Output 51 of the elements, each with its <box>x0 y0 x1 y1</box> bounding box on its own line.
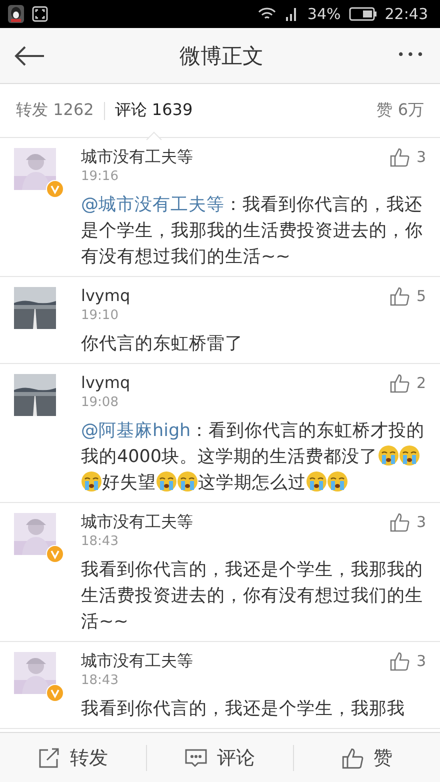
battery-percent: 34% <box>307 5 341 23</box>
comment-time: 18:43 <box>81 672 120 690</box>
tab[interactable]: 转发 1262 <box>16 96 94 125</box>
crying-face-icon <box>177 471 198 492</box>
likes-tab[interactable]: 赞 6万 <box>376 100 424 121</box>
app-notification-icon <box>8 5 24 23</box>
crying-face-icon <box>81 471 102 492</box>
screenshot-icon <box>32 6 48 22</box>
user-name[interactable]: 城市没有工夫等 <box>81 146 390 168</box>
thumbs-up-icon <box>390 373 410 393</box>
mention-link[interactable]: @城市没有工夫等 <box>81 195 224 215</box>
tab[interactable]: 评论 1639 <box>114 96 193 125</box>
user-name[interactable]: lvymq <box>81 372 390 394</box>
user-name[interactable]: lvymq <box>81 285 390 307</box>
comment-time: 19:08 <box>81 394 120 412</box>
mention-link[interactable]: @阿基麻high <box>81 421 191 441</box>
like-button[interactable]: 3 <box>390 651 426 671</box>
page-title: 微博正文 <box>178 42 264 70</box>
comment-icon <box>185 746 207 768</box>
thumbs-up-icon <box>390 147 410 167</box>
comment-text: 我看到你代言的，我还是个学生，我那我 <box>81 698 406 721</box>
crying-face-icon <box>327 471 348 492</box>
comment-text: @城市没有工夫等：我看到你代言的，我还是个学生，我那我的生活费投资进去的，你有没有想过我们的生活~~ <box>81 194 424 269</box>
comment-text: 我看到你代言的，我还是个学生，我那我的生活费投资进去的，你有没有想过我们的生活~~ <box>81 559 424 634</box>
repost-button[interactable]: 转发 <box>0 733 146 782</box>
crying-face-icon <box>378 445 399 466</box>
comment-text: 你代言的东虹桥雷了 <box>81 333 244 356</box>
crying-face-icon <box>306 471 327 492</box>
like-button[interactable]: 5 <box>390 286 426 306</box>
thumbs-up-icon <box>390 651 410 671</box>
more-button[interactable]: ••• <box>396 48 426 63</box>
share-icon <box>38 746 60 768</box>
comment-time: 19:10 <box>81 307 120 325</box>
clock-time: 22:43 <box>384 5 428 23</box>
back-icon[interactable] <box>14 44 46 66</box>
battery-icon <box>348 7 377 21</box>
like-button[interactable]: 赞 <box>294 733 440 782</box>
crying-face-icon <box>156 471 177 492</box>
like-button[interactable]: 3 <box>390 512 426 532</box>
like-button[interactable]: 3 <box>390 147 426 167</box>
like-button[interactable]: 2 <box>390 373 426 393</box>
comment-time: 18:43 <box>81 533 120 551</box>
thumbs-up-icon <box>390 512 410 532</box>
thumbs-up-icon <box>342 746 364 768</box>
crying-face-icon <box>398 445 420 466</box>
thumbs-up-icon <box>390 286 410 306</box>
comment-text: @阿基麻high：看到你代言的东虹桥才投的我的4000块。这学期的生活费都没了 好失望 这学期怎么过 <box>81 420 426 495</box>
user-name[interactable]: 城市没有工夫等 <box>81 511 390 533</box>
comment-button[interactable]: 评论 <box>147 733 293 782</box>
comment-time: 19:16 <box>81 168 120 186</box>
user-name[interactable]: 城市没有工夫等 <box>81 650 390 672</box>
